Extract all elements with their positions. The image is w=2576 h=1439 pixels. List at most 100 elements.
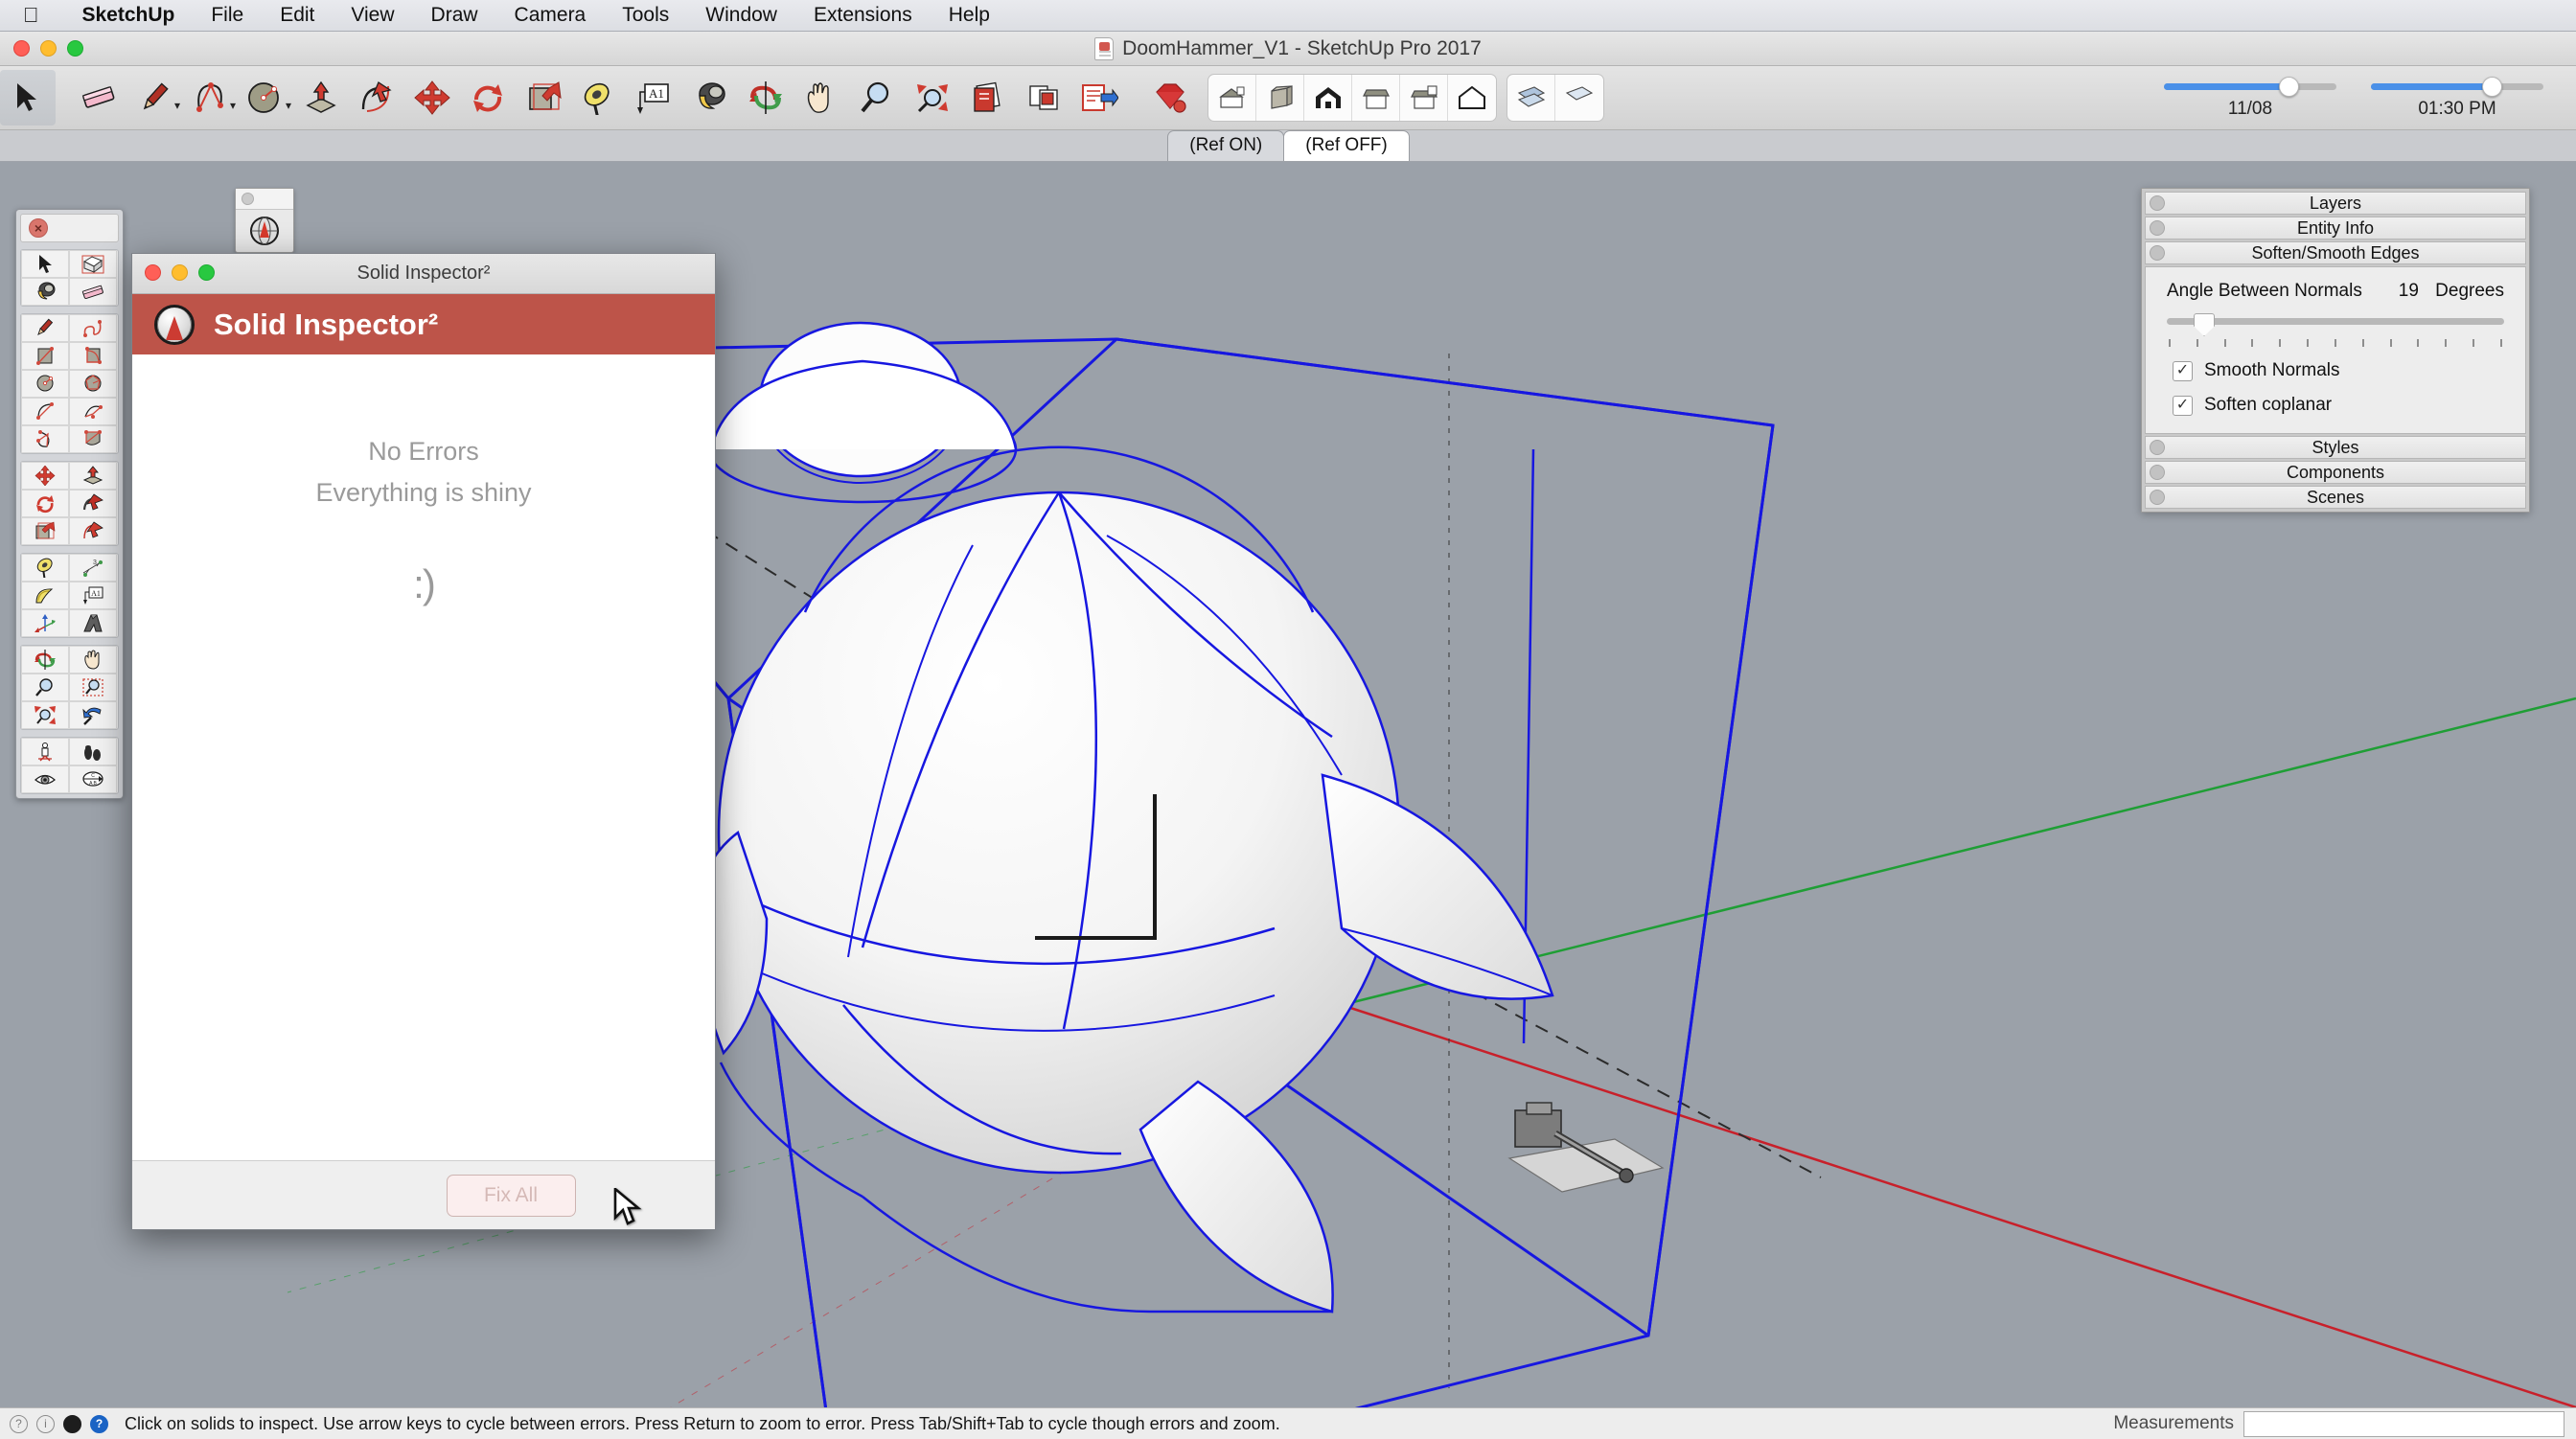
collapse-toggle-icon[interactable]	[2150, 195, 2165, 211]
previous-view-tool-icon[interactable]	[69, 701, 117, 729]
toolbar-zoom-extents-tool[interactable]	[905, 70, 960, 126]
dialog-minimize-button[interactable]	[172, 264, 188, 281]
dialog-close-button[interactable]	[145, 264, 161, 281]
toolbar-tape-measure-tool[interactable]	[571, 70, 627, 126]
position-camera-tool-icon[interactable]	[21, 738, 69, 765]
collapse-toggle-icon[interactable]	[2150, 220, 2165, 236]
section-cut-display[interactable]	[1555, 75, 1603, 121]
pie-tool-icon[interactable]	[69, 425, 117, 453]
menu-item-help[interactable]: Help	[931, 4, 1008, 27]
line-tool-icon[interactable]	[21, 314, 69, 342]
chevron-down-icon[interactable]: ▾	[230, 99, 236, 112]
paint-bucket-tool-icon[interactable]	[21, 278, 69, 306]
pan-tool-icon[interactable]	[69, 646, 117, 674]
angle-slider[interactable]	[2167, 313, 2504, 338]
measurements-input[interactable]	[2243, 1410, 2564, 1437]
section-plane-display[interactable]	[1507, 75, 1555, 121]
menu-item-window[interactable]: Window	[687, 4, 795, 27]
make-component-tool-icon[interactable]	[69, 250, 117, 278]
toolbar-ruby-console-tool[interactable]	[1142, 70, 1198, 126]
toolbar-layers-tool[interactable]	[960, 70, 1016, 126]
smooth-normals-checkbox[interactable]: ✓	[2173, 360, 2193, 381]
tray-panel-components[interactable]: Components	[2145, 461, 2526, 484]
window-controls[interactable]	[13, 40, 83, 57]
dialog-maximize-button[interactable]	[198, 264, 215, 281]
tray-panel-styles[interactable]: Styles	[2145, 436, 2526, 459]
three-d-text-tool-icon[interactable]	[69, 609, 117, 637]
two-point-arc-tool-icon[interactable]	[69, 398, 117, 425]
tray-panel-soften-smooth-edges[interactable]: Soften/Smooth Edges	[2145, 241, 2526, 264]
scene-tab-ref-on[interactable]: (Ref ON)	[1167, 130, 1285, 161]
toolbar-followme-tool[interactable]	[349, 70, 404, 126]
zoom-tool-icon[interactable]	[21, 674, 69, 701]
soften-coplanar-row[interactable]: ✓ Soften coplanar	[2167, 395, 2504, 416]
smooth-normals-row[interactable]: ✓ Smooth Normals	[2167, 360, 2504, 381]
minimize-window-button[interactable]	[40, 40, 57, 57]
collapse-toggle-icon[interactable]	[2150, 465, 2165, 480]
followme-tool-icon[interactable]	[69, 490, 117, 517]
dimension-tool-icon[interactable]: 3	[69, 554, 117, 582]
tray-panel-layers[interactable]: Layers	[2145, 192, 2526, 215]
rotate-tool-icon[interactable]	[21, 490, 69, 517]
menu-item-edit[interactable]: Edit	[262, 4, 333, 27]
toolbar-rotate-tool[interactable]	[460, 70, 516, 126]
text-tool-icon[interactable]: A1	[69, 582, 117, 609]
tray-panel-entity-info[interactable]: Entity Info	[2145, 217, 2526, 240]
face-style-toolbar[interactable]	[1208, 74, 1497, 122]
dialog-window-controls[interactable]	[145, 264, 215, 281]
face-style-wireframe[interactable]	[1256, 75, 1304, 121]
protractor-tool-icon[interactable]	[21, 582, 69, 609]
toolbar-arc-tool[interactable]: ▾	[182, 70, 238, 126]
toolbar-select-tool[interactable]	[0, 70, 56, 126]
face-style-monochrome[interactable]	[1448, 75, 1496, 121]
info-icon[interactable]: i	[36, 1414, 55, 1433]
circle-tool-icon[interactable]	[21, 370, 69, 398]
tape-measure-tool-icon[interactable]	[21, 554, 69, 582]
large-tool-palette[interactable]: × 3 A1 C A B	[15, 209, 124, 799]
angle-slider-knob[interactable]	[2194, 313, 2215, 336]
tray-panel-scenes[interactable]: Scenes	[2145, 486, 2526, 509]
solid-inspector-toolbar-button[interactable]	[235, 188, 294, 253]
toolbar-components-tool[interactable]	[1016, 70, 1071, 126]
toolbar-offset-tool[interactable]	[516, 70, 571, 126]
blue-question-icon[interactable]: ?	[90, 1414, 108, 1433]
select-tool-icon[interactable]	[21, 250, 69, 278]
move-tool-icon[interactable]	[21, 462, 69, 490]
zoom-window-tool-icon[interactable]	[69, 674, 117, 701]
section-style-toolbar[interactable]	[1506, 74, 1604, 122]
menu-item-tools[interactable]: Tools	[604, 4, 687, 27]
chevron-down-icon[interactable]: ▾	[174, 99, 180, 112]
scene-tab-ref-off[interactable]: (Ref OFF)	[1283, 130, 1410, 161]
polygon-tool-icon[interactable]	[69, 370, 117, 398]
menu-item-view[interactable]: View	[333, 4, 412, 27]
apple-icon[interactable]: 	[23, 5, 39, 26]
collapse-toggle-icon[interactable]	[2150, 440, 2165, 455]
three-point-arc-tool-icon[interactable]	[21, 425, 69, 453]
menu-item-draw[interactable]: Draw	[413, 4, 496, 27]
toolbar-pan-tool[interactable]	[794, 70, 849, 126]
toolbar-pencil-tool[interactable]: ▾	[126, 70, 182, 126]
orbit-tool-icon[interactable]	[21, 646, 69, 674]
filled-circle-icon[interactable]	[63, 1414, 81, 1433]
collapse-toggle-icon[interactable]	[2150, 245, 2165, 261]
arc-tool-icon[interactable]	[21, 398, 69, 425]
menu-item-sketchup[interactable]: SketchUp	[64, 4, 194, 27]
scale-tool-icon[interactable]	[69, 517, 117, 545]
freehand-tool-icon[interactable]	[69, 314, 117, 342]
close-window-button[interactable]	[13, 40, 30, 57]
toolbar-circle-tool[interactable]: ▾	[238, 70, 293, 126]
face-style-shaded[interactable]	[1352, 75, 1400, 121]
toolbar-dimension-tool[interactable]: A1	[627, 70, 682, 126]
fix-all-button[interactable]: Fix All	[446, 1174, 576, 1217]
menu-item-camera[interactable]: Camera	[496, 4, 605, 27]
pushpull-tool-icon[interactable]	[69, 462, 117, 490]
toolbar-orbit-tool[interactable]	[738, 70, 794, 126]
look-around-tool-icon[interactable]	[21, 765, 69, 793]
toolbar-scenes-tool[interactable]	[1071, 70, 1127, 126]
menu-item-extensions[interactable]: Extensions	[795, 4, 931, 27]
face-style-xray[interactable]	[1208, 75, 1256, 121]
context-help-icon[interactable]: ?	[10, 1414, 28, 1433]
toolbar-pushpull-tool[interactable]	[293, 70, 349, 126]
offset-tool-icon[interactable]	[21, 517, 69, 545]
chevron-down-icon[interactable]: ▾	[286, 99, 291, 112]
